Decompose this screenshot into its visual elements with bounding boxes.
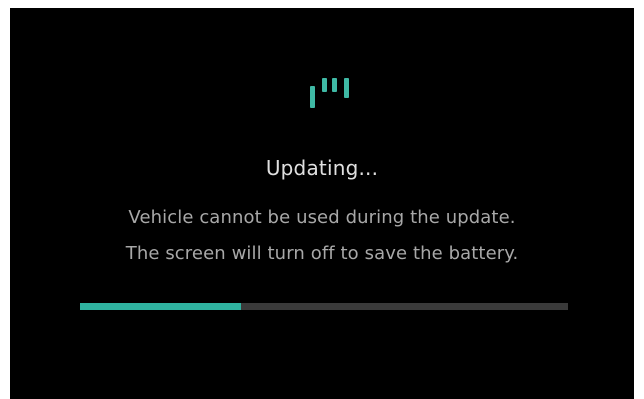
update-progress-bar <box>80 303 568 310</box>
update-message-line-1: Vehicle cannot be used during the update… <box>128 207 516 228</box>
update-progress-fill <box>80 303 242 310</box>
update-message-line-2: The screen will turn off to save the bat… <box>125 243 519 264</box>
update-screen: Updating... Vehicle cannot be used durin… <box>10 8 634 399</box>
brand-logo-icon <box>308 70 360 110</box>
update-status-title: Updating... <box>265 156 379 180</box>
